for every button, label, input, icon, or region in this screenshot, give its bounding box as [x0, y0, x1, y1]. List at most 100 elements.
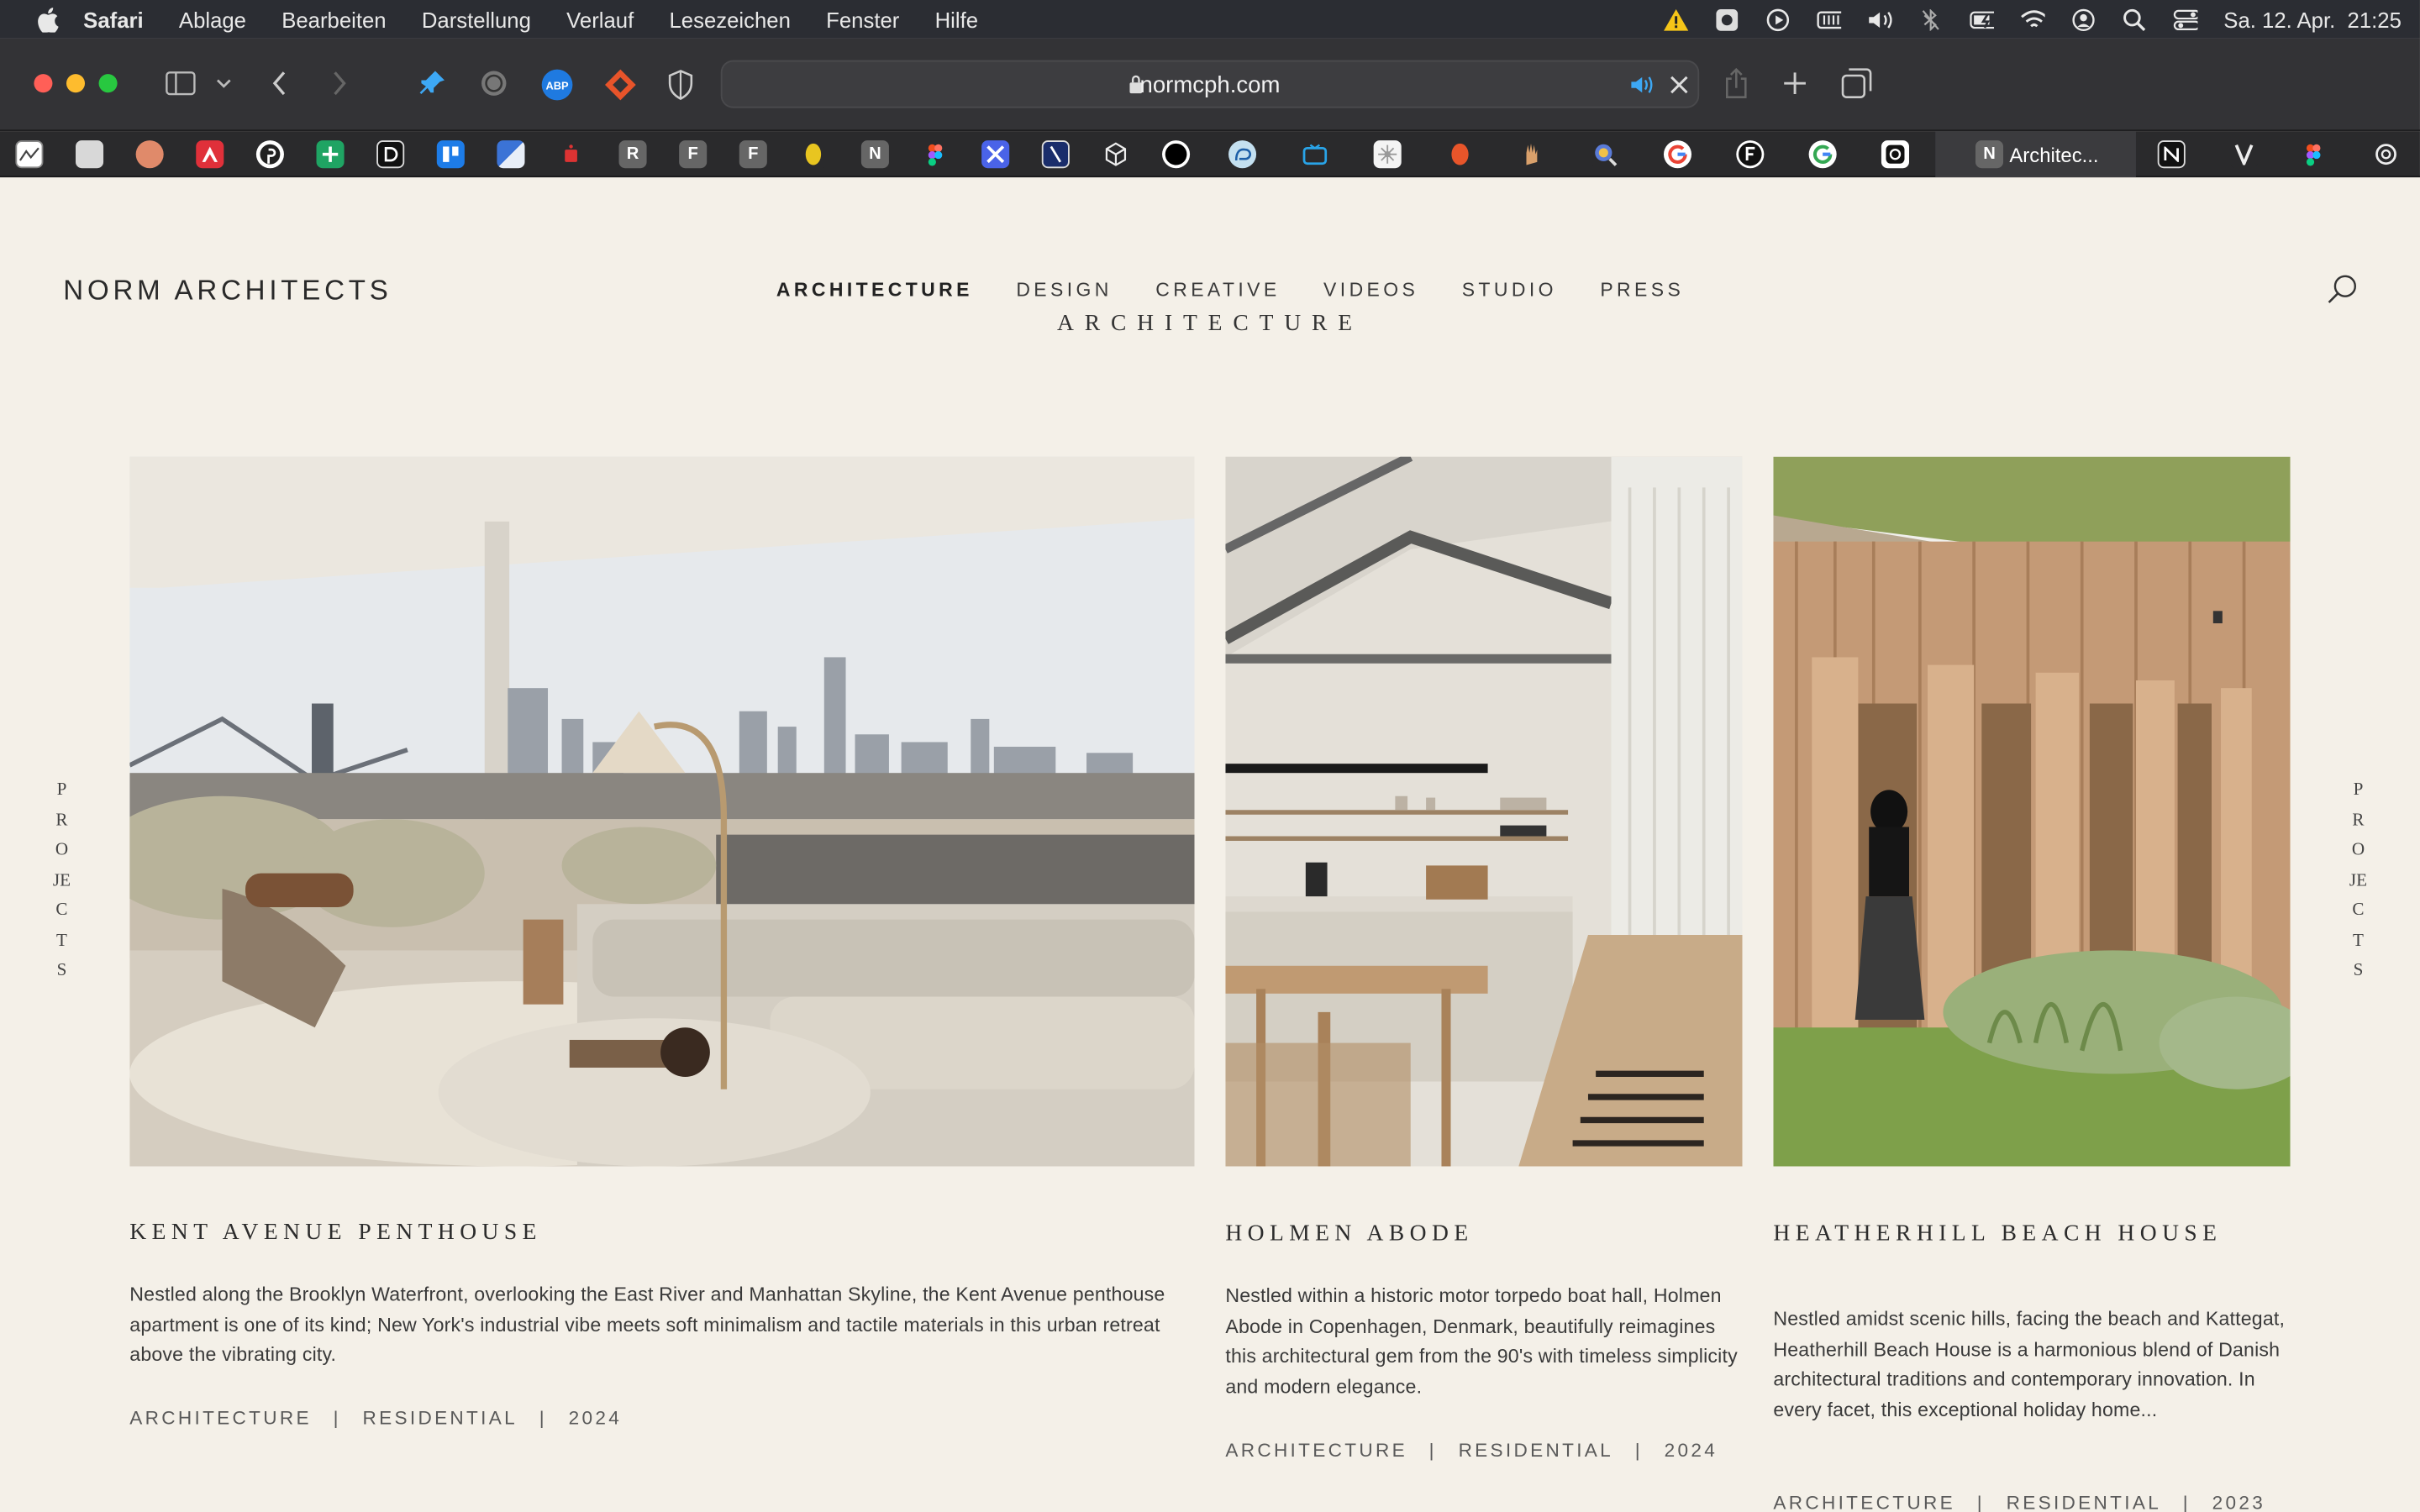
nav-creative[interactable]: CREATIVE — [1155, 279, 1280, 301]
bookmark-pinterest-icon[interactable] — [255, 140, 284, 169]
bookmark-chart-icon[interactable] — [15, 140, 44, 169]
bookmark-google-2-icon[interactable] — [1808, 140, 1837, 169]
search-icon[interactable] — [2326, 273, 2360, 307]
bookmark-slash-icon[interactable] — [1041, 140, 1070, 169]
back-button[interactable] — [266, 68, 293, 99]
nav-press[interactable]: PRESS — [1600, 279, 1684, 301]
bookmark-cube-icon[interactable] — [1102, 140, 1130, 169]
memory-icon[interactable] — [1816, 8, 1841, 30]
warning-icon[interactable] — [1663, 8, 1688, 30]
adblock-icon[interactable]: ABP — [540, 68, 574, 102]
project-category[interactable]: ARCHITECTURE — [1773, 1492, 1955, 1512]
bookmark-n-icon[interactable]: N — [860, 140, 889, 169]
apple-menu-icon[interactable] — [37, 7, 61, 32]
nav-videos[interactable]: VIDEOS — [1323, 279, 1418, 301]
bookmark-black-circle-icon[interactable] — [1162, 140, 1191, 169]
menu-hilfe[interactable]: Hilfe — [935, 7, 978, 31]
volume-icon[interactable] — [1867, 8, 1892, 30]
side-label-left[interactable]: PROJECTS — [52, 776, 71, 987]
bookmark-figma-icon[interactable] — [921, 140, 950, 169]
bookmark-tools-icon[interactable] — [981, 140, 1010, 169]
bookmark-gray-icon[interactable] — [75, 140, 104, 169]
project-category[interactable]: ARCHITECTURE — [129, 1407, 312, 1429]
clock[interactable]: Sa. 12. Apr. 21:25 — [2223, 7, 2402, 31]
nav-studio[interactable]: STUDIO — [1462, 279, 1557, 301]
project-type[interactable]: RESIDENTIAL — [363, 1407, 518, 1429]
minimize-window-button[interactable] — [66, 74, 86, 93]
pin-extension-icon[interactable] — [417, 68, 448, 99]
menu-verlauf[interactable]: Verlauf — [566, 7, 634, 31]
bookmark-hand-icon[interactable] — [1518, 140, 1547, 169]
bookmark-f2-icon[interactable]: F — [739, 140, 767, 169]
project-image-kent-avenue[interactable] — [129, 456, 1195, 1167]
project-title[interactable]: KENT AVENUE PENTHOUSE — [129, 1221, 542, 1245]
nav-architecture[interactable]: ARCHITECTURE — [776, 279, 973, 301]
bookmark-figma-2-icon[interactable] — [2299, 140, 2328, 169]
share-icon[interactable] — [1723, 66, 1750, 100]
project-title[interactable]: HEATHERHILL BEACH HOUSE — [1773, 1223, 2236, 1247]
forward-button[interactable] — [326, 68, 354, 99]
bookmark-coin-icon[interactable] — [799, 140, 828, 169]
project-type[interactable]: RESIDENTIAL — [2007, 1492, 2161, 1512]
nav-design[interactable]: DESIGN — [1016, 279, 1112, 301]
bookmark-v-icon[interactable] — [2230, 140, 2259, 169]
battery-charging-icon[interactable] — [1969, 8, 1994, 30]
close-window-button[interactable] — [34, 74, 53, 93]
bookmark-tv-icon[interactable] — [1301, 140, 1329, 169]
bookmark-disney-icon[interactable] — [1228, 140, 1257, 169]
bookmark-camera-icon[interactable] — [1881, 140, 1909, 169]
user-account-icon[interactable] — [2070, 8, 2095, 31]
sidebar-toggle-icon[interactable] — [164, 70, 197, 97]
bookmark-f-circle-icon[interactable] — [1736, 140, 1765, 169]
project-title[interactable]: HOLMEN ABODE — [1225, 1223, 1473, 1247]
project-type[interactable]: RESIDENTIAL — [1459, 1440, 1613, 1462]
bookmark-blue-diagonal-icon[interactable] — [497, 140, 525, 169]
bookmark-google-icon[interactable] — [1663, 140, 1692, 169]
svg-text:ABP: ABP — [545, 80, 569, 92]
zoom-window-button[interactable] — [98, 74, 118, 93]
bookmark-acrobat-icon[interactable] — [196, 140, 224, 169]
menu-bearbeiten[interactable]: Bearbeiten — [281, 7, 386, 31]
globe-extension-icon[interactable] — [478, 68, 509, 99]
side-label-right[interactable]: PROJECTS — [2349, 776, 2367, 987]
bookmark-flower-icon[interactable] — [1373, 140, 1402, 169]
shield-icon[interactable] — [666, 68, 697, 102]
bookmark-robot-icon[interactable] — [557, 140, 586, 169]
chevron-down-icon[interactable] — [214, 72, 233, 94]
play-circle-icon[interactable] — [1765, 8, 1790, 31]
bookmark-r-icon[interactable]: R — [618, 140, 647, 169]
url-text[interactable]: normcph.com — [723, 72, 1698, 98]
address-bar[interactable]: normcph.com — [720, 60, 1700, 108]
bookmark-f-icon[interactable]: F — [679, 140, 708, 169]
bluetooth-off-icon[interactable] — [1918, 8, 1943, 30]
close-icon[interactable] — [1670, 74, 1688, 102]
site-logo[interactable]: NORM ARCHITECTS — [63, 275, 392, 307]
menu-fenster[interactable]: Fenster — [826, 7, 899, 31]
macos-menubar: Safari Ablage Bearbeiten Darstellung Ver… — [0, 0, 2420, 39]
diamond-extension-icon[interactable] — [603, 68, 637, 102]
project-image-holmen-abode[interactable] — [1225, 456, 1743, 1167]
project-image-heatherhill[interactable] — [1773, 456, 2291, 1167]
bookmark-orange-drop-icon[interactable] — [1445, 140, 1475, 169]
bookmark-d-icon[interactable] — [376, 140, 405, 169]
bookmark-sheets-icon[interactable] — [316, 140, 345, 169]
menu-lesezeichen[interactable]: Lesezeichen — [669, 7, 790, 31]
menu-app-safari[interactable]: Safari — [83, 7, 143, 31]
bookmark-trello-icon[interactable] — [436, 140, 465, 169]
bookmark-notion-icon[interactable] — [2157, 140, 2186, 169]
project-category[interactable]: ARCHITECTURE — [1225, 1440, 1407, 1462]
wifi-icon[interactable] — [2020, 8, 2045, 30]
bookmark-openai-icon[interactable] — [2372, 140, 2401, 169]
spotlight-search-icon[interactable] — [2122, 8, 2146, 31]
menu-ablage[interactable]: Ablage — [179, 7, 246, 31]
bookmark-search-globe-icon[interactable] — [1591, 140, 1619, 169]
bookmark-avatar-icon[interactable] — [135, 140, 164, 169]
separator: | — [1428, 1439, 1437, 1462]
status-app-icon[interactable] — [1714, 8, 1739, 30]
tab-norm-architects[interactable]: N Architec... — [1935, 131, 2136, 178]
control-center-icon[interactable] — [2173, 8, 2198, 30]
audio-playing-icon[interactable] — [1630, 74, 1655, 103]
tab-overview-icon[interactable] — [1841, 68, 1872, 99]
menu-darstellung[interactable]: Darstellung — [422, 7, 531, 31]
new-tab-icon[interactable] — [1781, 70, 1809, 97]
